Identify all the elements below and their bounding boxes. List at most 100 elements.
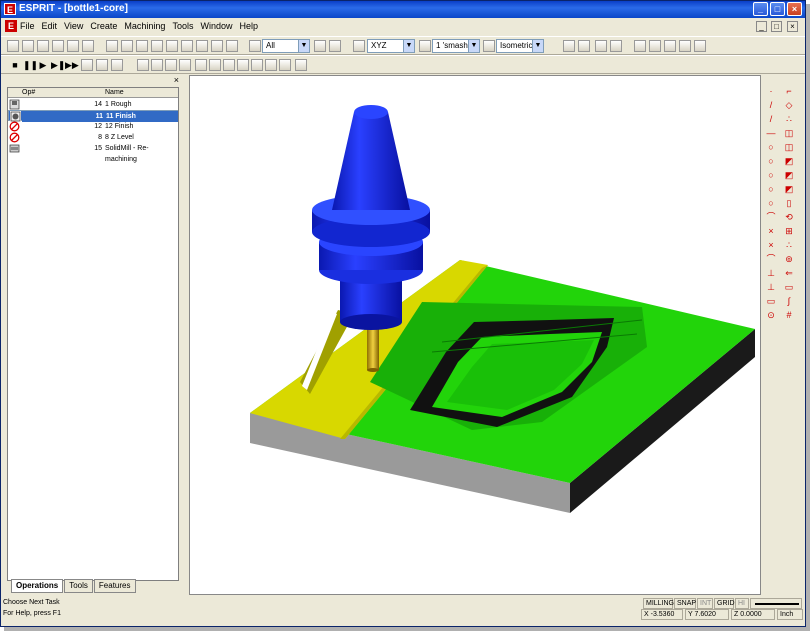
dimension-line-icon[interactable]: ⊥ xyxy=(765,281,777,293)
shaded-icon[interactable] xyxy=(211,40,223,52)
menu-file[interactable]: File xyxy=(20,21,35,31)
view-icon[interactable] xyxy=(483,40,495,52)
pattern-icon[interactable]: ∴ xyxy=(783,239,795,251)
colored-block-icon[interactable] xyxy=(251,59,263,71)
boss-icon[interactable]: ◫ xyxy=(783,141,795,153)
tab-operations[interactable]: Operations xyxy=(11,579,64,593)
curve-edit-icon[interactable]: ∫ xyxy=(783,295,795,307)
view-select[interactable]: Isometric ▼ xyxy=(496,39,544,53)
feature-chain-icon[interactable]: ⌐ xyxy=(783,85,795,97)
line-style-indicator[interactable] xyxy=(750,598,802,609)
hi-toggle[interactable]: HI xyxy=(735,598,749,609)
green-block-icon[interactable] xyxy=(237,59,249,71)
menu-view[interactable]: View xyxy=(64,21,83,31)
menu-machining[interactable]: Machining xyxy=(124,21,165,31)
open-icon[interactable] xyxy=(22,40,34,52)
gray-block-icon[interactable] xyxy=(265,59,277,71)
calculator-icon[interactable] xyxy=(694,40,706,52)
grid-toggle[interactable]: GRID xyxy=(714,598,735,609)
table-row[interactable]: 8 8 Z Level xyxy=(8,132,178,143)
face-icon[interactable]: ◩ xyxy=(783,155,795,167)
column-name[interactable]: Name xyxy=(105,89,124,96)
properties-icon[interactable] xyxy=(664,40,676,52)
menu-window[interactable]: Window xyxy=(200,21,232,31)
nc-code-icon[interactable] xyxy=(679,40,691,52)
line-angle-icon[interactable]: / xyxy=(765,113,777,125)
solid-icon[interactable] xyxy=(195,59,207,71)
pointer-icon[interactable] xyxy=(249,40,261,52)
sheet-feature-icon[interactable]: ◩ xyxy=(783,183,795,195)
snap-toggle[interactable]: SNAP xyxy=(674,598,696,609)
layer-select[interactable]: 1 'smashed' ▼ xyxy=(432,39,480,53)
select-tool-icon[interactable] xyxy=(106,40,118,52)
blue-solid-icon[interactable] xyxy=(209,59,221,71)
grid-points-icon[interactable]: ∴ xyxy=(783,113,795,125)
sheet-icon[interactable] xyxy=(634,40,646,52)
table-row[interactable]: 11 11 Finish xyxy=(8,110,178,122)
green-solid-icon[interactable] xyxy=(223,59,235,71)
document-icon[interactable]: E xyxy=(5,20,17,32)
simulation-icon[interactable] xyxy=(96,59,108,71)
tab-features[interactable]: Features xyxy=(93,579,136,593)
undo-icon[interactable] xyxy=(314,40,326,52)
circle-icon[interactable]: ○ xyxy=(765,141,777,153)
print-preview-icon[interactable] xyxy=(67,40,79,52)
column-op-number[interactable]: Op# xyxy=(22,89,35,96)
rotate-icon[interactable] xyxy=(181,40,193,52)
zoom-sim-icon[interactable] xyxy=(179,59,191,71)
circle-tangent-icon[interactable]: ○ xyxy=(765,155,777,167)
zoom-window-icon[interactable] xyxy=(121,40,133,52)
panel-close-button[interactable]: × xyxy=(174,75,179,85)
table-row[interactable]: 15 SolidMill - Re-machining xyxy=(8,143,178,163)
surface-icon[interactable]: ◇ xyxy=(783,99,795,111)
circle-3pt-icon[interactable]: ○ xyxy=(765,169,777,181)
work-planes-icon[interactable] xyxy=(578,40,590,52)
line-horizontal-icon[interactable]: — xyxy=(765,127,777,139)
print-icon[interactable] xyxy=(52,40,64,52)
plane-icon[interactable] xyxy=(353,40,365,52)
mdi-close-button[interactable]: × xyxy=(787,21,798,32)
hole-feature-icon[interactable]: ⊞ xyxy=(783,225,795,237)
pause-icon[interactable]: ❚❚ xyxy=(23,59,38,71)
zoom-in-icon[interactable] xyxy=(136,40,148,52)
filter-select[interactable]: All ▼ xyxy=(262,39,310,53)
rotate-part-icon[interactable]: ⟲ xyxy=(783,211,795,223)
mdi-restore-button[interactable]: □ xyxy=(771,21,782,32)
app-icon[interactable]: E xyxy=(4,3,16,15)
step-icon[interactable]: ▶❚ xyxy=(51,59,65,71)
arc-icon[interactable]: ○ xyxy=(765,197,777,209)
ellipse-icon[interactable]: ○ xyxy=(765,183,777,195)
line-icon[interactable]: / xyxy=(765,99,777,111)
tool-display-icon[interactable] xyxy=(81,59,93,71)
stock-view-icon[interactable] xyxy=(151,59,163,71)
tab-tools[interactable]: Tools xyxy=(64,579,93,593)
stop-icon[interactable]: ■ xyxy=(9,59,21,71)
target-icon[interactable]: ⊙ xyxy=(765,309,777,321)
plane-select[interactable]: XYZ ▼ xyxy=(367,39,415,53)
home-icon[interactable] xyxy=(610,40,622,52)
int-toggle[interactable]: INT xyxy=(697,598,713,609)
menu-tools[interactable]: Tools xyxy=(172,21,193,31)
verify-icon[interactable] xyxy=(295,59,307,71)
mdi-minimize-button[interactable]: _ xyxy=(756,21,767,32)
dimension-icon[interactable] xyxy=(649,40,661,52)
fillet-icon[interactable]: ⌒ xyxy=(765,253,777,265)
new-icon[interactable] xyxy=(7,40,19,52)
arrow-left-icon[interactable]: ⇐ xyxy=(783,267,795,279)
pan-icon[interactable] xyxy=(196,40,208,52)
page-icon[interactable]: ▯ xyxy=(783,197,795,209)
graphics-viewport[interactable] xyxy=(189,75,761,595)
zoom-out-icon[interactable] xyxy=(151,40,163,52)
layers-dialog-icon[interactable] xyxy=(563,40,575,52)
layer-icon[interactable] xyxy=(419,40,431,52)
menu-edit[interactable]: Edit xyxy=(42,21,58,31)
frame-icon[interactable]: ▭ xyxy=(783,281,795,293)
shape-icon[interactable]: ◩ xyxy=(783,169,795,181)
extend-icon[interactable]: × xyxy=(765,239,777,251)
maximize-button[interactable]: □ xyxy=(770,2,785,16)
settings-icon[interactable] xyxy=(111,59,123,71)
redo-icon[interactable] xyxy=(329,40,341,52)
save-sim-icon[interactable] xyxy=(137,59,149,71)
close-button[interactable]: × xyxy=(787,2,802,16)
play-icon[interactable]: ▶ xyxy=(37,59,49,71)
